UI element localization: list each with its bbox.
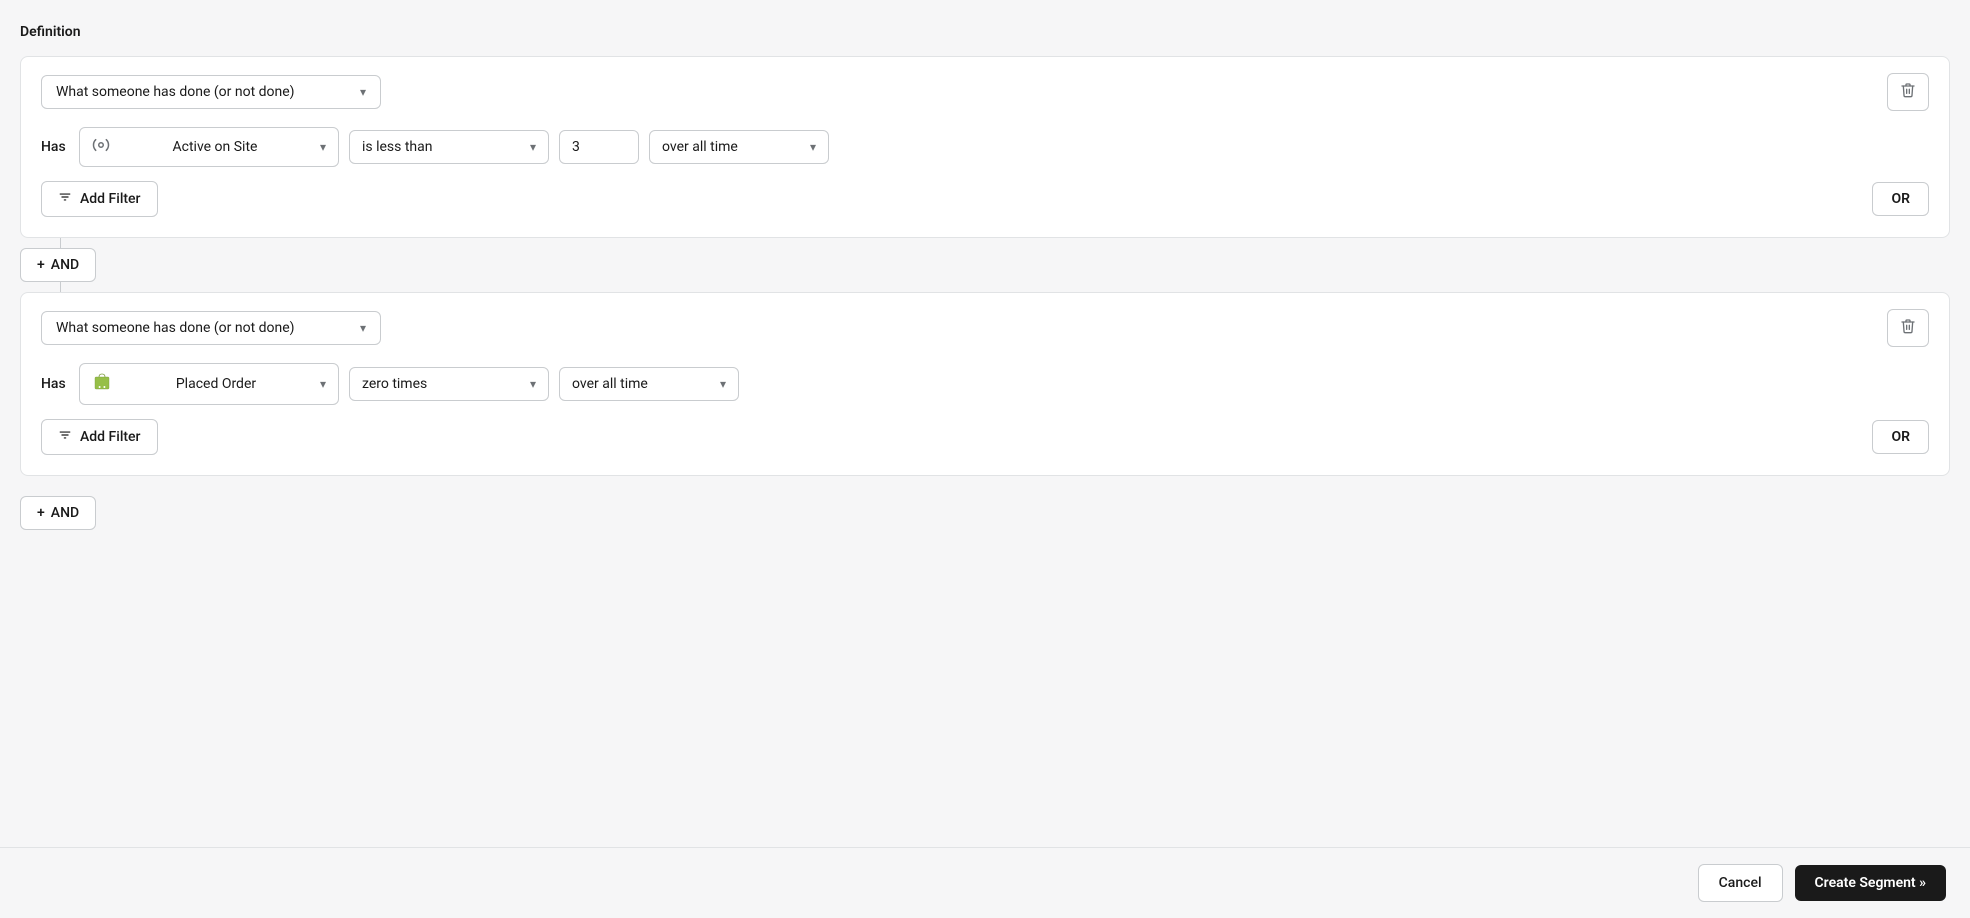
cancel-button[interactable]: Cancel (1698, 864, 1783, 902)
event-dropdown-1-chevron: ▾ (320, 140, 326, 154)
event-dropdown-2-chevron: ▾ (320, 377, 326, 391)
action-row-2: Add Filter OR (41, 419, 1929, 455)
event-dropdown-2[interactable]: Placed Order ▾ (79, 363, 339, 405)
condition-dropdown-2-chevron: ▾ (530, 377, 536, 391)
plus-icon-2: + (37, 505, 45, 521)
and-button-2-label: AND (51, 505, 79, 521)
has-label-2: Has (41, 376, 69, 392)
and-button-2[interactable]: + AND (20, 496, 96, 530)
filter-icon-2 (58, 428, 72, 446)
what-dropdown-1-label: What someone has done (or not done) (56, 84, 295, 100)
what-dropdown-1[interactable]: What someone has done (or not done) ▾ (41, 75, 381, 109)
condition-block-1: What someone has done (or not done) ▾ Ha… (20, 56, 1950, 238)
footer-bar: Cancel Create Segment » (0, 847, 1970, 918)
event-label-2: Placed Order (176, 376, 256, 392)
what-dropdown-1-chevron: ▾ (360, 85, 366, 99)
time-label-2: over all time (572, 376, 648, 392)
add-filter-button-1[interactable]: Add Filter (41, 181, 158, 217)
what-dropdown-2-label: What someone has done (or not done) (56, 320, 295, 336)
time-label-1: over all time (662, 139, 738, 155)
what-dropdown-2[interactable]: What someone has done (or not done) ▾ (41, 311, 381, 345)
add-filter-label-2: Add Filter (80, 429, 141, 445)
filter-row-1: Has Active on Site ▾ is less than ▾ 3 ov… (41, 127, 1929, 167)
and-button-1[interactable]: + AND (20, 248, 96, 282)
trash-icon-2 (1900, 318, 1916, 338)
create-segment-button[interactable]: Create Segment » (1795, 865, 1946, 901)
delete-block-1-button[interactable] (1887, 73, 1929, 111)
or-label-1: OR (1891, 191, 1910, 207)
condition-block-2: What someone has done (or not done) ▾ Ha… (20, 292, 1950, 476)
value-input-1[interactable]: 3 (559, 130, 639, 164)
event-dropdown-1[interactable]: Active on Site ▾ (79, 127, 339, 167)
or-button-2[interactable]: OR (1872, 420, 1929, 454)
trash-icon-1 (1900, 82, 1916, 102)
plus-icon-1: + (37, 257, 45, 273)
event-label-1: Active on Site (173, 139, 258, 155)
time-dropdown-1-chevron: ▾ (810, 140, 816, 154)
condition-dropdown-2[interactable]: zero times ▾ (349, 367, 549, 401)
and-connector-1: + AND (20, 238, 1950, 292)
time-dropdown-1[interactable]: over all time ▾ (649, 130, 829, 164)
add-filter-label-1: Add Filter (80, 191, 141, 207)
condition-header-2: What someone has done (or not done) ▾ (41, 309, 1929, 347)
what-dropdown-2-chevron: ▾ (360, 321, 366, 335)
or-button-1[interactable]: OR (1872, 182, 1929, 216)
time-dropdown-2-chevron: ▾ (720, 377, 726, 391)
add-filter-button-2[interactable]: Add Filter (41, 419, 158, 455)
filter-row-2: Has Placed Order ▾ zero times ▾ (41, 363, 1929, 405)
condition-header-1: What someone has done (or not done) ▾ (41, 73, 1929, 111)
and-button-1-label: AND (51, 257, 79, 273)
has-label-1: Has (41, 139, 69, 155)
time-dropdown-2[interactable]: over all time ▾ (559, 367, 739, 401)
filter-icon-1 (58, 190, 72, 208)
condition-label-2: zero times (362, 376, 427, 392)
delete-block-2-button[interactable] (1887, 309, 1929, 347)
condition-dropdown-1-chevron: ▾ (530, 140, 536, 154)
action-row-1: Add Filter OR (41, 181, 1929, 217)
condition-label-1: is less than (362, 139, 433, 155)
event-icon-2 (92, 372, 112, 396)
condition-dropdown-1[interactable]: is less than ▾ (349, 130, 549, 164)
event-icon-1 (92, 136, 110, 158)
definition-title: Definition (20, 24, 1950, 40)
or-label-2: OR (1891, 429, 1910, 445)
